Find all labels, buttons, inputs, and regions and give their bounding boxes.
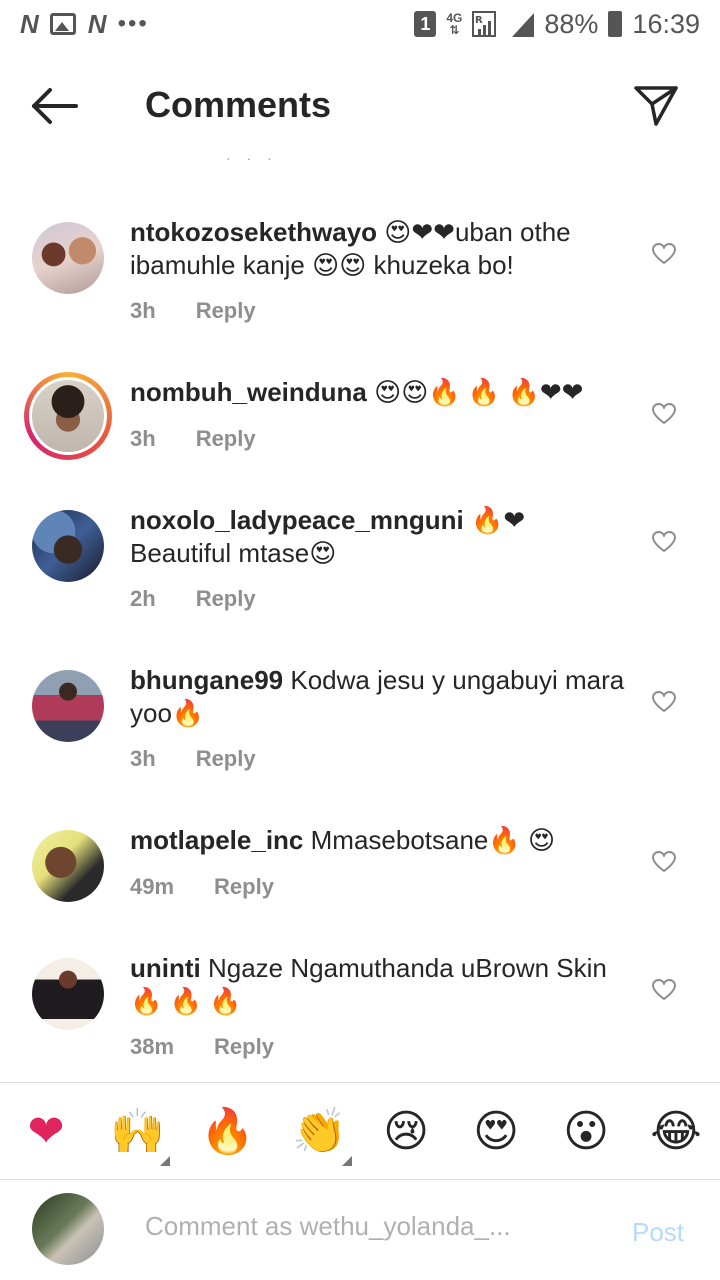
signal-strength-icon [512, 13, 535, 37]
tears-of-joy-emoji[interactable]: 😂 [650, 1106, 702, 1158]
roaming-label: R [475, 15, 483, 26]
comment-text: 😍😍🔥 🔥 🔥❤❤ [366, 377, 584, 407]
comment-body: uninti Ngaze Ngamuthanda uBrown Skin🔥 🔥 … [130, 952, 630, 1018]
signal-roaming-icon: R [472, 11, 497, 37]
reply-button[interactable]: Reply [214, 1034, 274, 1060]
my-avatar [32, 1193, 104, 1265]
network-type-label: 4G [446, 11, 463, 25]
crying-face-emoji[interactable]: 😢 [380, 1106, 432, 1158]
comment-meta: 3h Reply [130, 746, 256, 772]
send-icon[interactable] [632, 80, 680, 128]
reply-button[interactable]: Reply [196, 586, 256, 612]
battery-percent: 88% [544, 8, 599, 39]
comment-username[interactable]: uninti [130, 953, 201, 983]
reply-button[interactable]: Reply [196, 746, 256, 772]
network-type-icon: 4G ⇅ [446, 11, 463, 37]
comment-body: nombuh_weinduna 😍😍🔥 🔥 🔥❤❤ [130, 376, 630, 409]
avatar[interactable] [32, 958, 104, 1030]
gallery-icon [49, 13, 76, 35]
comment-body: motlapele_inc Mmasebotsane🔥 😍 [130, 824, 630, 857]
emoji-reaction-bar: ❤ 🙌 🔥 👏 😢 😍 😮 😂 [0, 1084, 720, 1180]
arrow-left-icon[interactable] [30, 86, 80, 126]
heart-eyes-emoji[interactable]: 😍 [470, 1106, 522, 1158]
comment-input[interactable] [145, 1211, 605, 1242]
skin-tone-indicator-icon [160, 1156, 170, 1166]
battery-icon [608, 11, 623, 37]
skin-tone-indicator-icon [342, 1156, 352, 1166]
comment-username[interactable]: bhungane99 [130, 665, 283, 695]
reply-button[interactable]: Reply [196, 298, 256, 324]
comment-username[interactable]: motlapele_inc [130, 825, 303, 855]
status-bar-notifications: N N ••• [20, 9, 149, 40]
avatar-story-ring[interactable] [24, 372, 112, 460]
avatar[interactable] [32, 830, 104, 902]
raising-hands-emoji[interactable]: 🙌 [110, 1106, 165, 1158]
comment-time: 38m [130, 1034, 175, 1059]
comment-username[interactable]: ntokozosekethwayo [130, 217, 377, 247]
red-heart-emoji[interactable]: ❤ [20, 1106, 72, 1158]
comment-time: 3h [130, 426, 156, 451]
clapping-hands-emoji[interactable]: 👏 [292, 1106, 347, 1158]
comment-time: 3h [130, 746, 156, 771]
fire-emoji[interactable]: 🔥 [200, 1106, 255, 1158]
status-bar-system: 1 4G ⇅ R 88% 16:39 [414, 9, 700, 40]
comment-meta: 38m Reply [130, 1034, 274, 1060]
page-title: Comments [145, 84, 332, 125]
like-heart-icon[interactable] [652, 979, 676, 1001]
comment-meta: 49m Reply [130, 874, 274, 900]
clock: 16:39 [632, 8, 700, 39]
comment-meta: 3h Reply [130, 298, 256, 324]
app-header: Comments [0, 48, 720, 160]
avatar[interactable] [32, 670, 104, 742]
comment-time: 2h [130, 586, 156, 611]
avatar [29, 377, 107, 455]
comment-text: Ngaze Ngamuthanda uBrown Skin🔥 🔥 🔥 [130, 953, 607, 1016]
avatar[interactable] [32, 510, 104, 582]
comment-meta: 2h Reply [130, 586, 256, 612]
comment-composer: Post [0, 1181, 720, 1280]
like-heart-icon[interactable] [652, 531, 676, 553]
like-heart-icon[interactable] [652, 691, 676, 713]
comment-meta: 3h Reply [130, 426, 256, 452]
divider [0, 1082, 720, 1083]
n-app-icon: N [20, 8, 39, 39]
divider [0, 1179, 720, 1180]
reply-button[interactable]: Reply [214, 874, 274, 900]
post-button[interactable]: Post [632, 1217, 684, 1248]
comment-body: noxolo_ladypeace_mnguni 🔥❤ Beautiful mta… [130, 504, 630, 570]
status-bar: N N ••• 1 4G ⇅ R 88% 16:39 [0, 0, 720, 48]
comment-time: 3h [130, 298, 156, 323]
comment-body: bhungane99 Kodwa jesu y ungabuyi mara yo… [130, 664, 630, 730]
more-notifications-icon: ••• [117, 10, 149, 37]
reply-button[interactable]: Reply [196, 426, 256, 452]
previous-comment-fragment: · · · [226, 150, 278, 166]
like-heart-icon[interactable] [652, 851, 676, 873]
avatar[interactable] [32, 222, 104, 294]
comment-text: Mmasebotsane🔥 😍 [303, 825, 556, 855]
like-heart-icon[interactable] [652, 243, 676, 265]
sim-badge: 1 [414, 11, 437, 37]
comment-time: 49m [130, 874, 175, 899]
comment-body: ntokozosekethwayo 😍❤❤uban othe ibamuhle … [130, 216, 630, 282]
comment-username[interactable]: nombuh_weinduna [130, 377, 367, 407]
comment-username[interactable]: noxolo_ladypeace_mnguni [130, 505, 464, 535]
n-app-icon: N [87, 8, 107, 39]
like-heart-icon[interactable] [652, 403, 676, 425]
surprised-face-emoji[interactable]: 😮 [560, 1106, 612, 1158]
